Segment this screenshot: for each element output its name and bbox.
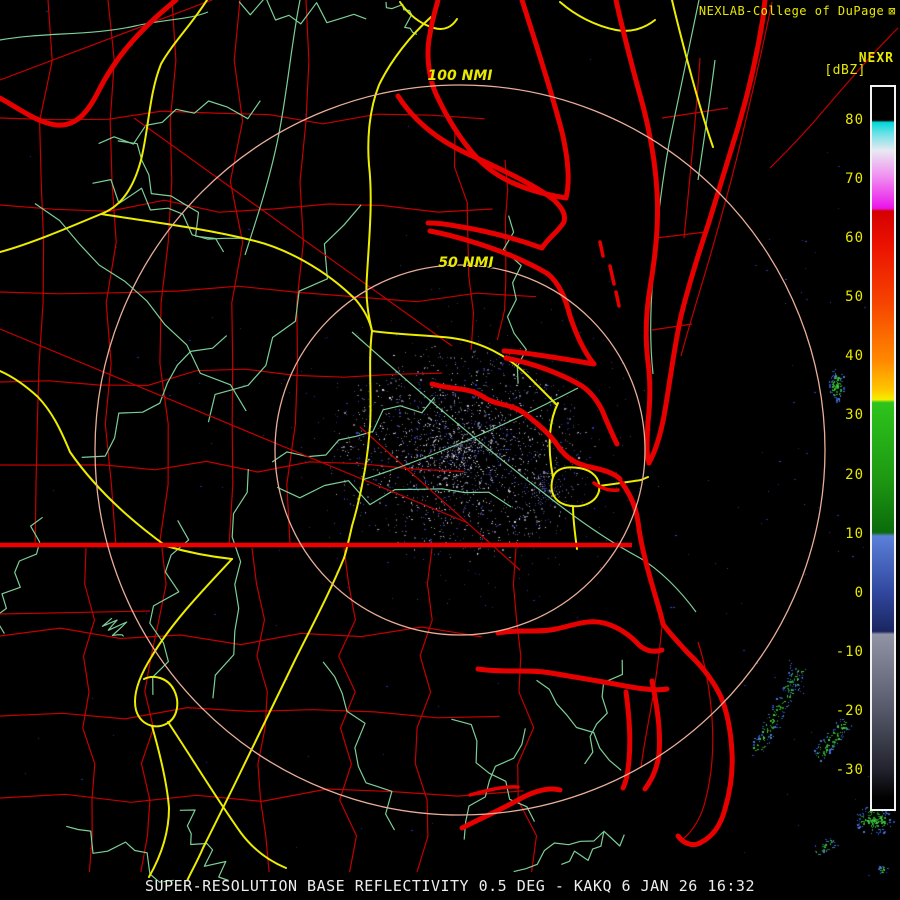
range-ring-label-50: 50 NMI bbox=[438, 255, 494, 271]
units-label: [dBZ] bbox=[824, 63, 866, 78]
colorbar-gradient bbox=[872, 87, 894, 809]
roads-generated bbox=[0, 0, 625, 883]
status-bar: SUPER-RESOLUTION BASE REFLECTIVITY 0.5 D… bbox=[145, 877, 755, 895]
title-bar: NEXLAB-College of DuPage ⊠ bbox=[699, 4, 896, 18]
roads-green bbox=[0, 0, 716, 613]
range-ring-label-100: 100 NMI bbox=[427, 68, 493, 84]
page-title: NEXLAB-College of DuPage bbox=[698, 4, 885, 18]
map-overlay bbox=[0, 0, 899, 883]
nexlab-logo-icon: ⊠ bbox=[888, 4, 896, 18]
county-borders bbox=[0, 0, 899, 841]
radar-display: NEXLAB-College of DuPage ⊠ NEXR [dBZ] 80 7… bbox=[0, 0, 900, 900]
reflectivity-colorbar bbox=[870, 85, 896, 811]
